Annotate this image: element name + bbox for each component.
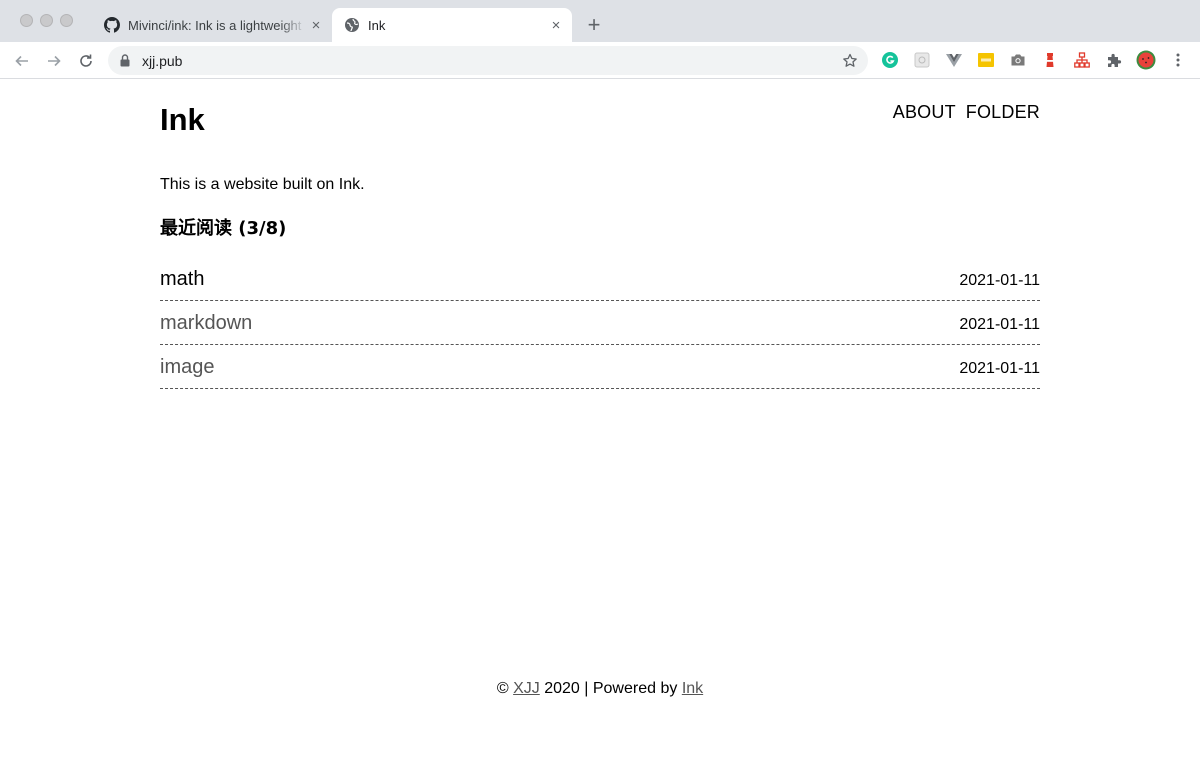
address-bar[interactable]: xjj.pub: [108, 46, 868, 75]
watermelon-avatar-icon[interactable]: [1135, 49, 1157, 71]
post-row-markdown: markdown 2021-01-11: [160, 301, 1040, 345]
post-list: math 2021-01-11 markdown 2021-01-11 imag…: [160, 257, 1040, 389]
tab-close-button[interactable]: ×: [306, 15, 326, 35]
tab-title: Ink: [368, 17, 386, 33]
powered-by-ink-link[interactable]: Ink: [682, 680, 703, 697]
url-text[interactable]: xjj.pub: [142, 53, 840, 69]
tab-title: Mivinci/ink: Ink is a lightweight: [128, 17, 302, 33]
tab-github[interactable]: Mivinci/ink: Ink is a lightweight ×: [92, 8, 332, 42]
tab-close-button[interactable]: ×: [546, 15, 566, 35]
browser-toolbar: xjj.pub: [0, 42, 1200, 79]
back-button[interactable]: [10, 49, 34, 73]
post-row-math: math 2021-01-11: [160, 257, 1040, 301]
reload-icon: [80, 54, 92, 67]
tab-strip: Mivinci/ink: Ink is a lightweight × Ink …: [0, 0, 1200, 42]
lighthouse-icon[interactable]: [1041, 51, 1059, 69]
post-date: 2021-01-11: [959, 315, 1040, 333]
arrow-left-icon: [15, 55, 28, 67]
window-maximize-button[interactable]: [60, 14, 73, 27]
post-title-link[interactable]: markdown: [160, 310, 252, 335]
lock-icon[interactable]: [120, 54, 132, 68]
more-menu-icon[interactable]: [1169, 51, 1187, 69]
org-chart-icon[interactable]: [1073, 51, 1091, 69]
grammarly-icon[interactable]: [881, 51, 899, 69]
new-tab-button[interactable]: +: [582, 13, 606, 37]
window-minimize-button[interactable]: [40, 14, 53, 27]
footer-text: 2020 | Powered by: [544, 680, 678, 697]
nav-folder-link[interactable]: FOLDER: [966, 102, 1040, 123]
nav-about-link[interactable]: ABOUT: [893, 102, 956, 123]
copyright-symbol: ©: [496, 680, 509, 697]
extension-yellow-icon[interactable]: [977, 51, 995, 69]
vue-devtools-icon[interactable]: [945, 51, 963, 69]
arrow-right-icon: [48, 55, 61, 67]
site-nav: ABOUT FOLDER: [893, 102, 1040, 123]
camera-icon[interactable]: [1009, 51, 1027, 69]
globe-icon: [344, 17, 360, 33]
forward-button[interactable]: [42, 49, 66, 73]
footer: © XJJ 2020 | Powered by Ink: [0, 680, 1200, 698]
post-date: 2021-01-11: [959, 359, 1040, 377]
tab-ink[interactable]: Ink ×: [332, 8, 572, 42]
recent-reading-heading: 最近阅读 (3/8): [160, 218, 287, 239]
author-link[interactable]: XJJ: [513, 680, 540, 697]
extension-grid-icon[interactable]: [913, 51, 931, 69]
bookmark-star-icon[interactable]: [840, 51, 860, 71]
puzzle-icon[interactable]: [1105, 51, 1123, 69]
post-date: 2021-01-11: [959, 271, 1040, 289]
post-title-link[interactable]: image: [160, 354, 214, 379]
reload-button[interactable]: [74, 49, 98, 73]
post-title-link[interactable]: math: [160, 266, 204, 291]
post-row-image: image 2021-01-11: [160, 345, 1040, 389]
window-close-button[interactable]: [20, 14, 33, 27]
github-icon: [104, 17, 120, 33]
site-title-link[interactable]: Ink: [160, 102, 205, 138]
intro-text: This is a website built on Ink.: [160, 176, 365, 193]
